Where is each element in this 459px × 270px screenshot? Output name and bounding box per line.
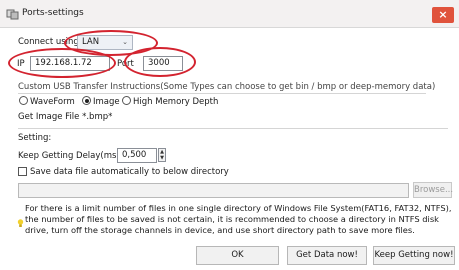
delay-spinner[interactable]: ▲ ▼ [158, 148, 166, 162]
radio-high-memory-depth-indicator[interactable] [122, 96, 131, 105]
delay-input[interactable]: 0,500 [117, 148, 157, 163]
group-divider [18, 93, 426, 94]
window-title: Ports-settings [22, 8, 84, 18]
title-bar: Ports-settings × [0, 0, 459, 28]
keep-getting-now-button[interactable]: Keep Getting now! [373, 246, 455, 265]
setting-divider [18, 128, 448, 129]
radio-high-memory-depth-label: High Memory Depth [133, 97, 219, 107]
setting-label: Setting: [18, 133, 52, 143]
directory-input[interactable] [18, 183, 409, 198]
get-data-now-button[interactable]: Get Data now! [287, 246, 367, 265]
radio-image-indicator[interactable] [82, 96, 91, 105]
browse-button[interactable]: Browse... [413, 182, 453, 198]
save-data-label: Save data file automatically to below di… [30, 167, 229, 177]
ok-button[interactable]: OK [196, 246, 279, 265]
annotation-circle-ip [8, 48, 116, 78]
radio-waveform-indicator[interactable] [19, 96, 28, 105]
close-button[interactable]: × [432, 7, 454, 23]
ports-settings-app-icon [6, 9, 19, 20]
custom-usb-label: Custom USB Transfer Instructions(Some Ty… [18, 82, 436, 92]
directory-note: For there is a limit number of files in … [25, 203, 452, 235]
save-data-checkbox[interactable] [18, 167, 27, 176]
radio-waveform[interactable]: WaveForm [19, 96, 75, 107]
radio-waveform-label: WaveForm [30, 97, 75, 107]
spin-down-icon[interactable]: ▼ [159, 155, 165, 161]
get-image-info: Get Image File *.bmp* [18, 112, 113, 122]
delay-label: Keep Getting Delay(ms): [18, 151, 123, 161]
radio-image[interactable]: Image [82, 96, 120, 107]
radio-image-label: Image [93, 97, 120, 107]
radio-high-memory-depth[interactable]: High Memory Depth [122, 96, 218, 107]
annotation-circle-port [124, 47, 196, 77]
lightbulb-icon [17, 219, 24, 227]
